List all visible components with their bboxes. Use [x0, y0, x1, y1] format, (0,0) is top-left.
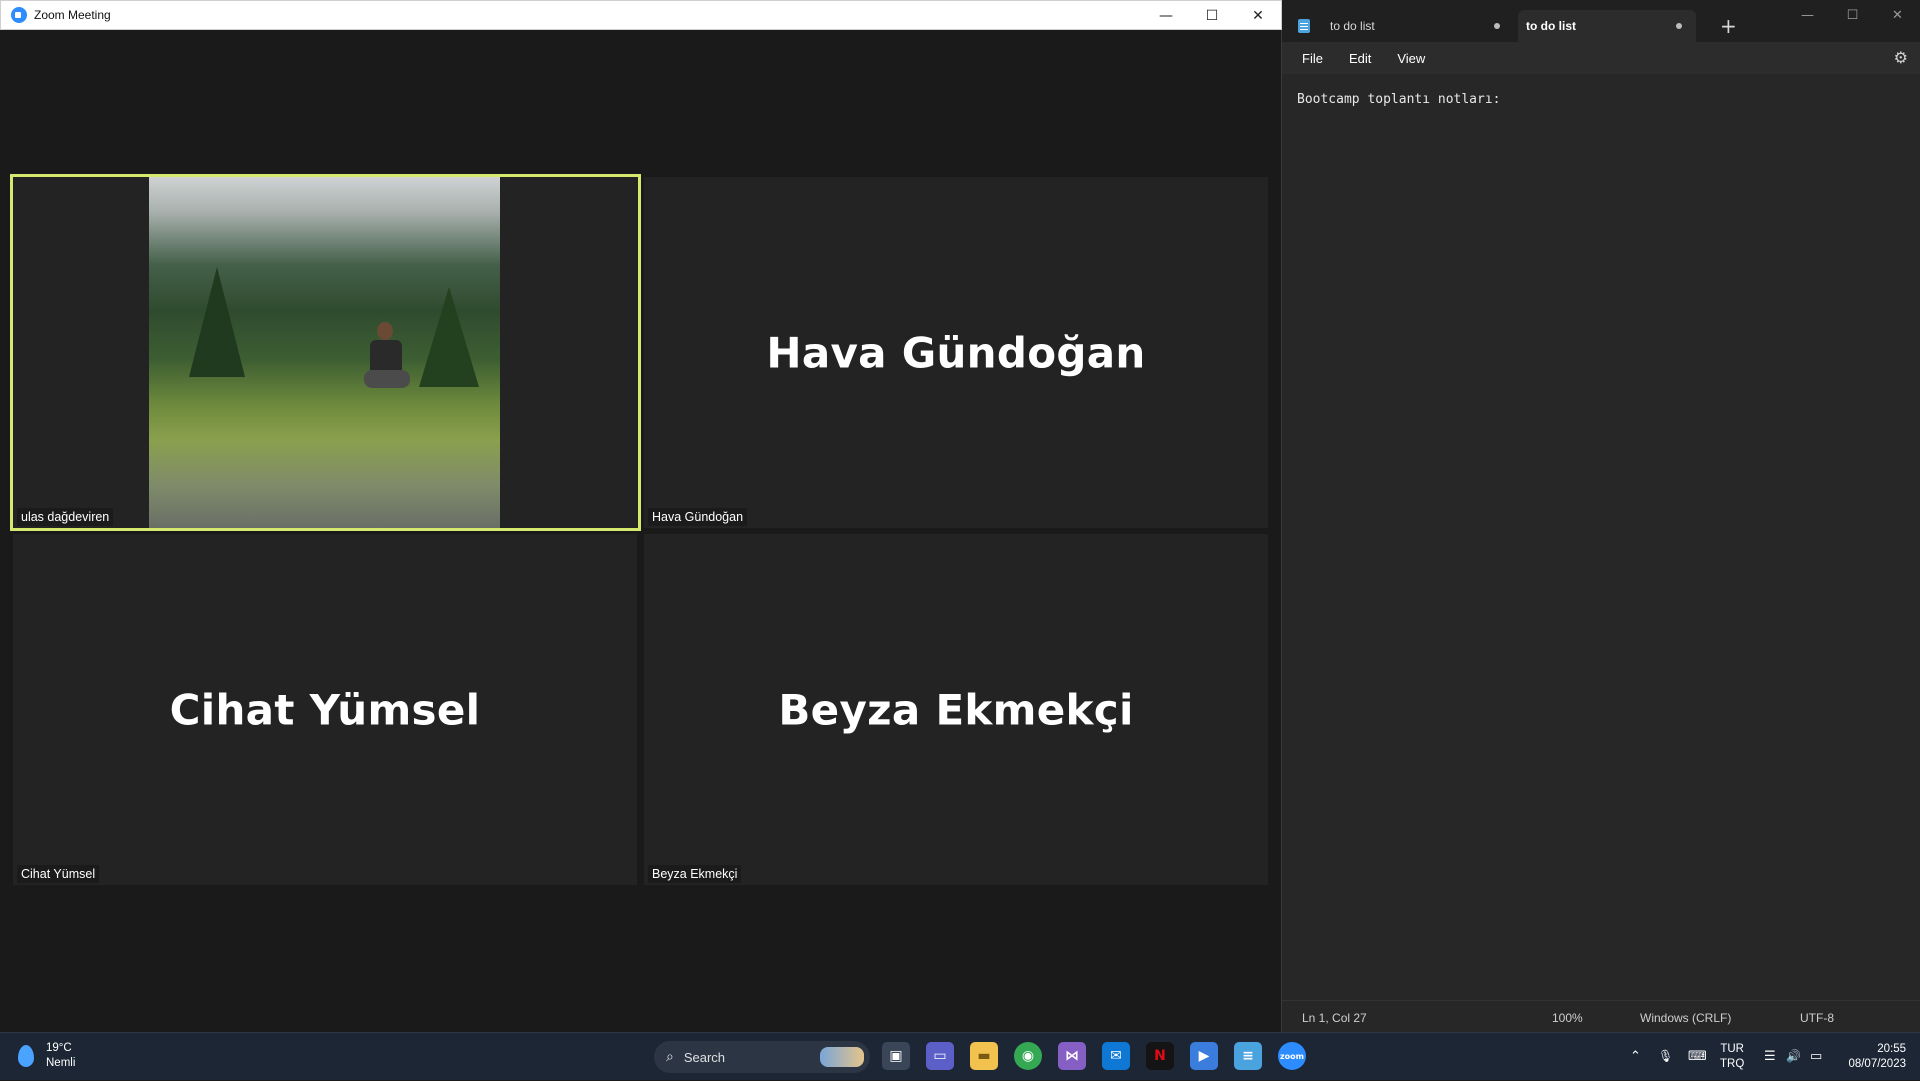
participant-video: [149, 177, 500, 528]
taskbar-search[interactable]: ⌕ Search: [654, 1041, 870, 1073]
zoom-window-controls: — ☐ ✕: [1143, 1, 1281, 31]
task-view-icon[interactable]: ▣: [882, 1042, 910, 1070]
participant-display-name: Cihat Yümsel: [169, 685, 481, 734]
participant-name-tag: Hava Gündoğan: [648, 508, 748, 526]
humidity-drop-icon: [18, 1045, 34, 1067]
participant-name-tag: Beyza Ekmekçi: [648, 865, 742, 883]
notepad-tab-active[interactable]: to do list: [1518, 10, 1696, 42]
search-label: Search: [683, 1049, 726, 1065]
notepad-tab-label: to do list: [1330, 19, 1375, 33]
notepad-window-controls: — ☐ ✕: [1785, 0, 1920, 30]
zoom-app-icon: [11, 7, 27, 23]
file-explorer-icon[interactable]: ▬: [970, 1042, 998, 1070]
zoom-window-title: Zoom Meeting: [34, 8, 111, 22]
tray-chevron-icon[interactable]: ⌃: [1630, 1049, 1641, 1064]
maximize-button[interactable]: ☐: [1830, 0, 1875, 30]
menu-edit[interactable]: Edit: [1341, 47, 1379, 70]
wifi-icon[interactable]: ☰: [1764, 1049, 1776, 1064]
taskbar: 19°C Nemli ⌕ Search ▣ ▭ ▬ ◉ ⋈ ✉ N ▶ ≡ zo…: [0, 1032, 1920, 1080]
zoom-titlebar[interactable]: Zoom Meeting — ☐ ✕: [0, 0, 1282, 30]
microphone-icon[interactable]: 🎙: [1658, 1049, 1673, 1063]
notepad-tabbar: to do list to do list + — ☐ ✕: [1282, 0, 1920, 42]
notepad-tab-label: to do list: [1526, 19, 1576, 33]
start-windows-icon[interactable]: [614, 1045, 638, 1069]
chrome-icon[interactable]: ◉: [1014, 1042, 1042, 1070]
input-language[interactable]: TUR TRQ: [1720, 1042, 1744, 1072]
participant-display-name: Hava Gündoğan: [766, 328, 1146, 377]
netflix-icon[interactable]: N: [1146, 1042, 1174, 1070]
close-button[interactable]: ✕: [1875, 0, 1920, 30]
battery-icon[interactable]: ▭: [1810, 1049, 1822, 1064]
minimize-button[interactable]: —: [1143, 1, 1189, 31]
teams-chat-icon[interactable]: ▭: [926, 1042, 954, 1070]
clock[interactable]: 20:55 08/07/2023: [1840, 1042, 1906, 1072]
cursor-position: Ln 1, Col 27: [1302, 1011, 1367, 1025]
new-tab-button[interactable]: +: [1720, 14, 1737, 38]
weather-condition: Nemli: [46, 1057, 76, 1069]
search-highlight-image: [820, 1047, 864, 1067]
power-automate-icon[interactable]: ▶: [1190, 1042, 1218, 1070]
zoom-taskbar-icon[interactable]: zoom: [1278, 1042, 1306, 1070]
menu-file[interactable]: File: [1294, 47, 1331, 70]
tree-shape: [419, 287, 479, 387]
notepad-editor[interactable]: Bootcamp toplantı notları:: [1282, 74, 1920, 998]
line-ending[interactable]: Windows (CRLF): [1640, 1011, 1731, 1025]
participant-tile-ulas[interactable]: ulas dağdeviren: [10, 174, 641, 531]
zoom-level[interactable]: 100%: [1552, 1011, 1583, 1025]
tree-shape: [189, 267, 245, 377]
notepad-statusbar: Ln 1, Col 27 100% Windows (CRLF) UTF-8: [1282, 1000, 1920, 1032]
keyboard-layout: TRQ: [1720, 1058, 1745, 1070]
keyboard-icon[interactable]: ⌨: [1688, 1049, 1707, 1064]
mail-icon[interactable]: ✉: [1102, 1042, 1130, 1070]
clock-time: 20:55: [1877, 1043, 1906, 1055]
unsaved-dot-icon[interactable]: [1494, 23, 1500, 29]
notepad-doc-icon: [1298, 19, 1310, 33]
participant-tile-cihat[interactable]: Cihat Yümsel Cihat Yümsel: [13, 534, 637, 885]
minimize-button[interactable]: —: [1785, 0, 1830, 30]
weather-temp: 19°C: [46, 1042, 72, 1054]
person-figure: [364, 322, 410, 402]
participant-name-tag: Cihat Yümsel: [17, 865, 100, 883]
close-button[interactable]: ✕: [1235, 1, 1281, 31]
zoom-window: Zoom Meeting — ☐ ✕ ulas dağdeviren Hava …: [0, 0, 1282, 1032]
settings-gear-icon[interactable]: ⚙: [1894, 48, 1908, 67]
unsaved-dot-icon[interactable]: [1676, 23, 1682, 29]
search-icon: ⌕: [666, 1049, 674, 1065]
encoding[interactable]: UTF-8: [1800, 1011, 1834, 1025]
notepad-menubar: File Edit View ⚙: [1282, 42, 1920, 74]
language-code: TUR: [1720, 1043, 1744, 1055]
notepad-tab[interactable]: to do list: [1292, 10, 1514, 42]
notepad-taskbar-icon[interactable]: ≡: [1234, 1042, 1262, 1070]
maximize-button[interactable]: ☐: [1189, 1, 1235, 31]
notepad-text-content[interactable]: Bootcamp toplantı notları:: [1297, 92, 1501, 107]
participant-display-name: Beyza Ekmekçi: [778, 685, 1134, 734]
notepad-window: to do list to do list + — ☐ ✕ File Edit …: [1282, 0, 1920, 1032]
visual-studio-icon[interactable]: ⋈: [1058, 1042, 1086, 1070]
participant-tile-beyza[interactable]: Beyza Ekmekçi Beyza Ekmekçi: [644, 534, 1268, 885]
participant-name-tag: ulas dağdeviren: [17, 508, 114, 526]
clock-date: 08/07/2023: [1848, 1058, 1906, 1070]
weather-widget[interactable]: 19°C Nemli: [18, 1041, 75, 1071]
volume-icon[interactable]: 🔊: [1786, 1049, 1801, 1063]
participant-tile-hava[interactable]: Hava Gündoğan Hava Gündoğan: [644, 177, 1268, 528]
menu-view[interactable]: View: [1389, 47, 1433, 70]
